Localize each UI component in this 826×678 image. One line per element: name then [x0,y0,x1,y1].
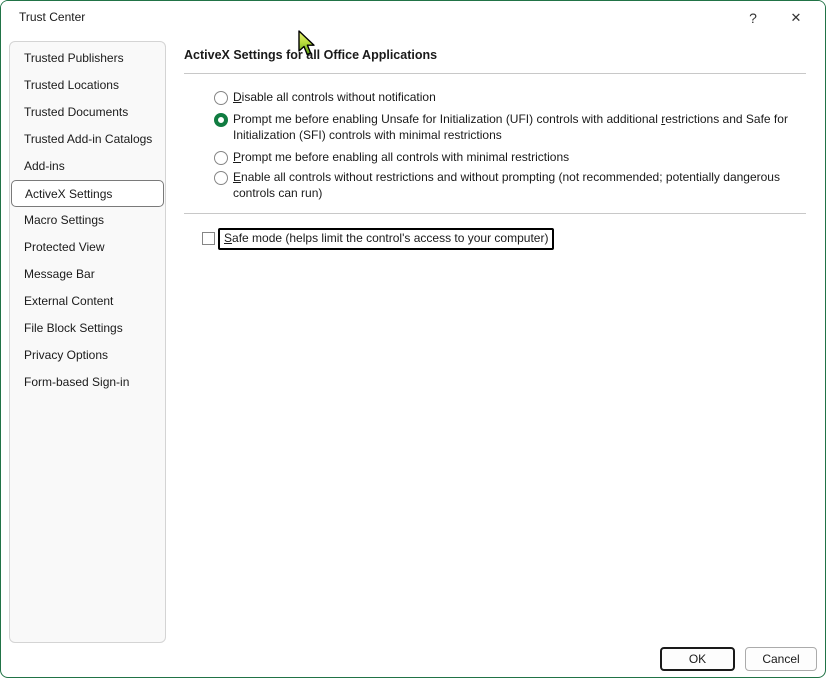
safe-mode-checkbox[interactable] [202,232,215,245]
radio-unselected-icon[interactable] [214,91,228,105]
label-pre: Prompt me before enabling Unsafe for Ini… [233,112,661,126]
close-icon: ✕ [791,10,802,26]
sidebar: Trusted Publishers Trusted Locations Tru… [9,41,166,643]
radio-option-prompt-all[interactable]: Prompt me before enabling all controls w… [214,150,806,166]
sidebar-item-form-based-sign-in[interactable]: Form-based Sign-in [10,369,165,396]
radio-option-prompt-ufi-sfi[interactable]: Prompt me before enabling Unsafe for Ini… [214,112,806,143]
ok-button[interactable]: OK [660,647,735,671]
separator-bottom [184,213,806,214]
radio-option-enable-all[interactable]: Enable all controls without restrictions… [214,170,806,201]
radio-unselected-icon[interactable] [214,151,228,165]
close-button[interactable]: ✕ [779,5,813,31]
sidebar-item-trusted-documents[interactable]: Trusted Documents [10,99,165,126]
sidebar-item-file-block-settings[interactable]: File Block Settings [10,315,165,342]
sidebar-item-activex-settings[interactable]: ActiveX Settings [11,180,164,207]
radio-option-disable-all[interactable]: Disable all controls without notificatio… [214,90,806,106]
trust-center-dialog: Trust Center ? ✕ Trusted Publishers Trus… [0,0,826,678]
label-accel: D [233,90,242,104]
sidebar-item-macro-settings[interactable]: Macro Settings [10,207,165,234]
sidebar-item-protected-view[interactable]: Protected View [10,234,165,261]
help-icon: ? [749,10,757,26]
sidebar-item-trusted-addin-catalogs[interactable]: Trusted Add-in Catalogs [10,126,165,153]
sidebar-item-trusted-publishers[interactable]: Trusted Publishers [10,45,165,72]
separator-top [184,73,806,74]
title-bar: Trust Center ? ✕ [1,1,825,33]
cancel-button[interactable]: Cancel [745,647,817,671]
radio-unselected-icon[interactable] [214,171,228,185]
label-post: nable all controls without restrictions … [233,170,780,200]
dialog-title: Trust Center [19,10,85,24]
sidebar-item-add-ins[interactable]: Add-ins [10,153,165,180]
sidebar-item-message-bar[interactable]: Message Bar [10,261,165,288]
label-post: afe mode (helps limit the control's acce… [232,231,548,245]
sidebar-item-privacy-options[interactable]: Privacy Options [10,342,165,369]
radio-label: Prompt me before enabling Unsafe for Ini… [233,112,806,143]
label-accel: E [233,170,241,184]
radio-label: Enable all controls without restrictions… [233,170,806,201]
label-post: rompt me before enabling all controls wi… [241,150,569,164]
label-accel: P [233,150,241,164]
help-button[interactable]: ? [736,5,770,31]
sidebar-item-external-content[interactable]: External Content [10,288,165,315]
label-post: isable all controls without notification [242,90,436,104]
radio-selected-icon[interactable] [214,113,228,127]
label-accel: S [224,231,232,245]
radio-label: Prompt me before enabling all controls w… [233,150,806,166]
safe-mode-row: Safe mode (helps limit the control's acc… [202,228,554,250]
sidebar-nav-list: Trusted Publishers Trusted Locations Tru… [10,45,165,396]
page-title: ActiveX Settings for all Office Applicat… [184,48,437,62]
sidebar-item-trusted-locations[interactable]: Trusted Locations [10,72,165,99]
radio-label: Disable all controls without notificatio… [233,90,806,106]
safe-mode-label[interactable]: Safe mode (helps limit the control's acc… [218,228,554,250]
